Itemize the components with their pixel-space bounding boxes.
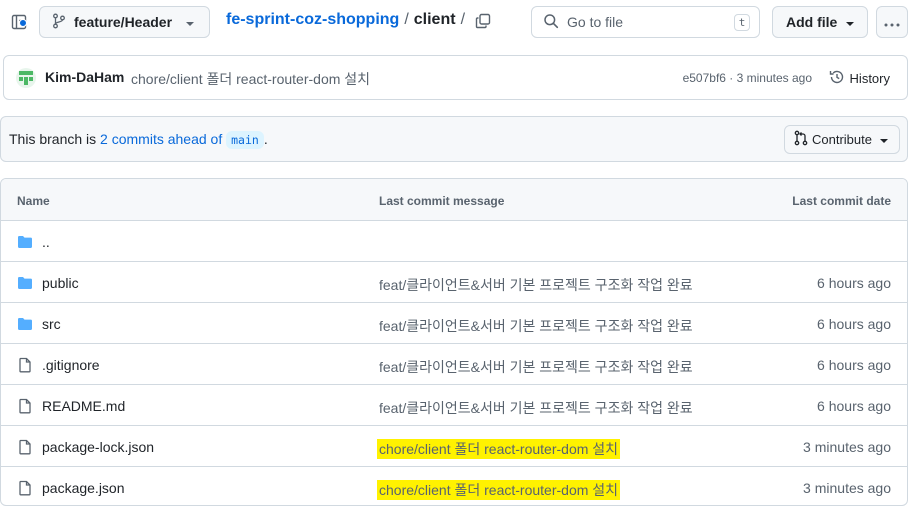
go-to-file-search[interactable]: t — [531, 6, 760, 38]
contribute-button[interactable]: Contribute — [784, 125, 900, 154]
breadcrumb-repo-link[interactable]: fe-sprint-coz-shopping — [226, 11, 399, 29]
branch-status-text: This branch is 2 commits ahead of main. — [9, 131, 268, 149]
commit-message-link[interactable]: feat/클라이언트&서버 기본 프로젝트 구조화 작업 완료 — [379, 316, 693, 336]
caret-down-icon — [879, 132, 889, 147]
folder-icon — [17, 234, 33, 250]
file-name-link[interactable]: .gitignore — [42, 357, 100, 373]
status-suffix: . — [263, 131, 268, 147]
caret-down-icon — [185, 14, 195, 30]
folder-icon — [17, 275, 33, 291]
table-row[interactable]: src feat/클라이언트&서버 기본 프로젝트 구조화 작업 완료 6 hour… — [1, 303, 907, 344]
table-row[interactable]: public feat/클라이언트&서버 기본 프로젝트 구조화 작업 완료 6 h… — [1, 262, 907, 303]
file-table: Name Last commit message Last commit dat… — [0, 178, 908, 506]
branch-selector-button[interactable]: feature/Header — [39, 6, 210, 38]
breadcrumb: fe-sprint-coz-shopping / client / — [226, 11, 470, 29]
git-pull-request-icon — [794, 130, 808, 149]
more-options-button[interactable] — [876, 6, 908, 38]
file-icon — [17, 480, 33, 496]
status-prefix: This branch is — [9, 131, 101, 147]
file-name-link[interactable]: public — [42, 275, 79, 291]
table-row[interactable]: .. — [1, 221, 907, 262]
git-branch-icon — [52, 13, 66, 32]
commit-message-link[interactable]: chore/client 폴더 react-router-dom 설치 — [131, 69, 370, 89]
commit-date: 3 minutes ago — [803, 480, 891, 496]
caret-down-icon — [845, 14, 855, 30]
commit-date: 3 minutes ago — [803, 439, 891, 455]
commit-date: 6 hours ago — [817, 398, 891, 414]
commit-sha-time[interactable]: e507bf6 · 3 minutes ago — [683, 71, 812, 85]
add-file-button[interactable]: Add file — [772, 6, 868, 38]
breadcrumb-separator: / — [404, 11, 409, 28]
folder-icon — [17, 316, 33, 332]
file-name-link[interactable]: package-lock.json — [42, 439, 154, 455]
branch-status-box: This branch is 2 commits ahead of main. … — [0, 116, 908, 162]
history-label: History — [849, 71, 890, 86]
contribute-label: Contribute — [812, 132, 872, 147]
kebab-horizontal-icon — [884, 14, 900, 30]
table-row[interactable]: .gitignore feat/클라이언트&서버 기본 프로젝트 구조화 작업 완… — [1, 344, 907, 385]
search-input[interactable] — [567, 14, 727, 30]
history-icon — [829, 69, 845, 88]
column-header-date: Last commit date — [792, 194, 891, 208]
table-header: Name Last commit message Last commit dat… — [1, 179, 907, 221]
table-row[interactable]: README.md feat/클라이언트&서버 기본 프로젝트 구조화 작업 완료… — [1, 385, 907, 426]
commit-message-link[interactable]: chore/client 폴더 react-router-dom 설치 — [377, 439, 621, 459]
table-row[interactable]: package.json chore/client 폴더 react-router… — [1, 467, 907, 505]
file-icon — [17, 398, 33, 414]
keyboard-shortcut-hint: t — [734, 14, 750, 31]
history-button[interactable]: History — [829, 69, 890, 88]
commit-date: 6 hours ago — [817, 316, 891, 332]
latest-commit-box: Kim-DaHam chore/client 폴더 react-router-d… — [3, 55, 908, 100]
breadcrumb-current-dir: client — [413, 11, 456, 28]
sidebar-expand-icon[interactable] — [6, 9, 32, 35]
file-icon — [17, 357, 33, 373]
top-bar: feature/Header fe-sprint-coz-shopping / … — [0, 0, 918, 44]
notification-dot — [19, 19, 27, 27]
avatar[interactable] — [16, 68, 36, 88]
table-row[interactable]: package-lock.json chore/client 폴더 react-r… — [1, 426, 907, 467]
column-header-message: Last commit message — [379, 194, 505, 208]
file-name-link[interactable]: .. — [42, 234, 50, 250]
commit-message-link[interactable]: feat/클라이언트&서버 기본 프로젝트 구조화 작업 완료 — [379, 357, 693, 377]
search-icon — [543, 13, 559, 32]
breadcrumb-separator: / — [460, 11, 466, 28]
branch-name: feature/Header — [74, 14, 173, 30]
commit-message-link[interactable]: feat/클라이언트&서버 기본 프로젝트 구조화 작업 완료 — [379, 398, 693, 418]
file-icon — [17, 439, 33, 455]
file-name-link[interactable]: src — [42, 316, 61, 332]
commit-message-link[interactable]: chore/client 폴더 react-router-dom 설치 — [377, 480, 621, 500]
commit-message-link[interactable]: feat/클라이언트&서버 기본 프로젝트 구조화 작업 완료 — [379, 275, 693, 295]
add-file-label: Add file — [786, 14, 838, 30]
file-name-link[interactable]: README.md — [42, 398, 125, 414]
commits-ahead-link[interactable]: 2 commits ahead of — [100, 131, 222, 147]
commit-date: 6 hours ago — [817, 275, 891, 291]
column-header-name: Name — [17, 194, 50, 208]
copy-icon[interactable] — [472, 10, 494, 32]
commit-author-link[interactable]: Kim-DaHam — [45, 69, 124, 85]
base-branch-link[interactable]: main — [226, 131, 264, 149]
file-name-link[interactable]: package.json — [42, 480, 125, 496]
commit-date: 6 hours ago — [817, 357, 891, 373]
